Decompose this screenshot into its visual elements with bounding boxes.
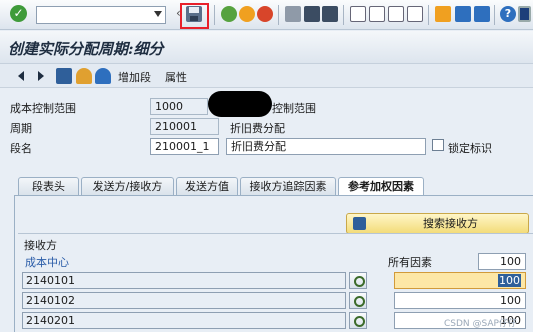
- segment-desc-field[interactable]: 折旧费分配: [226, 138, 426, 155]
- tab-reference-weighting[interactable]: 参考加权因素: [338, 177, 424, 196]
- cycle-field[interactable]: 210001: [150, 118, 219, 135]
- exit-icon[interactable]: [239, 6, 255, 22]
- tab-sender-receiver[interactable]: 发送方/接收方: [81, 177, 174, 196]
- command-field[interactable]: [36, 6, 166, 24]
- tab-receiver-tracing[interactable]: 接收方追踪因素: [240, 177, 336, 196]
- save-icon[interactable]: [186, 6, 202, 22]
- factor-value: 100: [498, 274, 521, 287]
- cycle-desc: 折旧费分配: [230, 122, 285, 135]
- previous-icon[interactable]: [18, 71, 24, 81]
- lock-checkbox[interactable]: [432, 139, 444, 151]
- watermark: CSDN @SAP仔仔: [444, 319, 517, 329]
- factor-field[interactable]: 100: [394, 292, 526, 309]
- add-segment-button[interactable]: 增加段: [118, 69, 151, 85]
- enter-icon[interactable]: ✓: [10, 5, 27, 22]
- controlling-area-label: 成本控制范围: [10, 102, 76, 115]
- receiver-group-title: 接收方: [24, 239, 57, 252]
- segment-label: 段名: [10, 142, 32, 155]
- tab-sender-values[interactable]: 发送方值: [176, 177, 238, 196]
- attributes-button[interactable]: 属性: [165, 69, 187, 85]
- prev-page-icon[interactable]: [369, 6, 385, 22]
- cost-center-field[interactable]: 2140101: [22, 272, 346, 289]
- toolbar-separator: [278, 5, 279, 25]
- find-next-icon[interactable]: [322, 6, 338, 22]
- layout-icon[interactable]: [518, 6, 531, 22]
- page-title: 创建实际分配周期:细分: [8, 40, 164, 58]
- toolbar-separator: [428, 5, 429, 25]
- toolbar-separator: [214, 5, 215, 25]
- redaction-mark: [208, 91, 272, 117]
- controlling-area-desc: 控制范围: [272, 102, 316, 115]
- tab-segment-header[interactable]: 段表头: [18, 177, 79, 196]
- toolbar-separator: [494, 5, 495, 25]
- search-help-icon[interactable]: [349, 312, 367, 329]
- controlling-area-field[interactable]: 1000: [150, 98, 208, 115]
- back-icon[interactable]: [221, 6, 237, 22]
- application-toolbar: 增加段 属性: [0, 64, 533, 88]
- system-toolbar: ✓ ‹ ?: [0, 0, 533, 30]
- first-page-icon[interactable]: [350, 6, 366, 22]
- title-bar: 创建实际分配周期:细分: [0, 31, 533, 64]
- print-icon[interactable]: [285, 6, 301, 22]
- segment-name-field[interactable]: 210001_1: [150, 138, 219, 155]
- window-icon[interactable]: [474, 6, 490, 22]
- toolbar-separator: [343, 5, 344, 25]
- next-page-icon[interactable]: [388, 6, 404, 22]
- binoculars-icon[interactable]: [56, 68, 72, 84]
- next-icon[interactable]: [38, 71, 44, 81]
- cancel-icon[interactable]: [257, 6, 273, 22]
- find-icon[interactable]: [304, 6, 320, 22]
- all-factors-header: 所有因素: [388, 256, 432, 269]
- hat-icon[interactable]: [95, 68, 111, 84]
- cost-center-field[interactable]: 2140102: [22, 292, 346, 309]
- people-icon[interactable]: [76, 68, 92, 84]
- help-icon[interactable]: ?: [500, 6, 516, 22]
- all-factors-total-field[interactable]: 100: [478, 253, 526, 270]
- cycle-label: 周期: [10, 122, 32, 135]
- last-page-icon[interactable]: [407, 6, 423, 22]
- search-receiver-button[interactable]: 搜索接收方: [346, 213, 529, 234]
- chevron-down-icon[interactable]: [154, 11, 162, 17]
- search-help-icon[interactable]: [349, 292, 367, 309]
- lock-label: 锁定标识: [448, 142, 492, 155]
- binoculars-icon: [353, 217, 366, 230]
- new-session-icon[interactable]: [435, 6, 451, 22]
- cost-center-field[interactable]: 2140201: [22, 312, 346, 329]
- cost-center-header: 成本中心: [25, 256, 69, 269]
- search-help-icon[interactable]: [349, 272, 367, 289]
- factor-field[interactable]: 100: [394, 272, 526, 289]
- shortcut-icon[interactable]: [455, 6, 471, 22]
- search-receiver-label: 搜索接收方: [423, 217, 478, 230]
